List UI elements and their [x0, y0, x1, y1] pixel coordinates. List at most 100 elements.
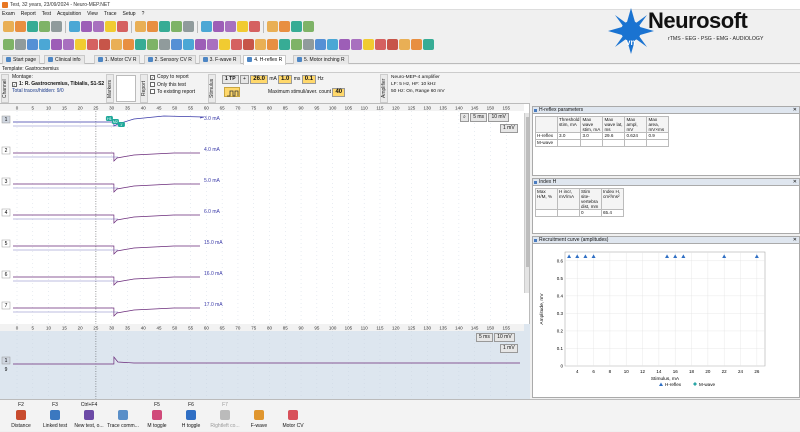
- channel-side-label[interactable]: Channel: [1, 74, 9, 103]
- zoom-icon[interactable]: ⌕: [460, 113, 469, 122]
- tab-0[interactable]: Start page: [2, 55, 41, 64]
- toolbar-tool-icon[interactable]: [183, 21, 194, 32]
- sweep2-gain-select[interactable]: 10 mV: [494, 333, 515, 342]
- toolbar-tool-icon[interactable]: [249, 21, 260, 32]
- toolbar-tool-icon[interactable]: [51, 39, 62, 50]
- toolbar-tool-icon[interactable]: [111, 39, 122, 50]
- fkey-m-toggle[interactable]: F5 M toggle: [140, 400, 174, 432]
- sweep-time-select[interactable]: 5 ms: [470, 113, 488, 122]
- toolbar-tool-icon[interactable]: [237, 21, 248, 32]
- toolbar-tool-icon[interactable]: [243, 39, 254, 50]
- toolbar-tool-icon[interactable]: [147, 39, 158, 50]
- toolbar-tool-icon[interactable]: [423, 39, 434, 50]
- toolbar-tool-icon[interactable]: [339, 39, 350, 50]
- toolbar-tool-icon[interactable]: [183, 39, 194, 50]
- toolbar-tool-icon[interactable]: [327, 39, 338, 50]
- toolbar-tool-icon[interactable]: [93, 21, 104, 32]
- fkey-linked-test[interactable]: F3 Linked test: [38, 400, 72, 432]
- toolbar-tool-icon[interactable]: [69, 21, 80, 32]
- toolbar-tool-icon[interactable]: [63, 39, 74, 50]
- toolbar-tool-icon[interactable]: [15, 21, 26, 32]
- sweep-gain2-select[interactable]: 1 mV: [500, 124, 518, 133]
- tab-4[interactable]: 3. F-wave R: [198, 55, 241, 64]
- toolbar-tool-icon[interactable]: [117, 21, 128, 32]
- toolbar-tool-icon[interactable]: [159, 39, 170, 50]
- tab-6[interactable]: 5. Motor inching R: [293, 55, 349, 64]
- toolbar-tool-icon[interactable]: [195, 39, 206, 50]
- fkey-motor-cv[interactable]: Motor CV: [276, 400, 310, 432]
- toolbar-tool-icon[interactable]: [303, 21, 314, 32]
- toolbar-tool-icon[interactable]: [279, 21, 290, 32]
- fkey-new-test-o[interactable]: Ctrl+F4 New test, o...: [72, 400, 106, 432]
- toolbar-tool-icon[interactable]: [231, 39, 242, 50]
- toolbar-tool-icon[interactable]: [201, 21, 212, 32]
- toolbar-tool-icon[interactable]: [411, 39, 422, 50]
- to-existing-report-checkbox[interactable]: [150, 89, 155, 94]
- toolbar-tool-icon[interactable]: [363, 39, 374, 50]
- toolbar-tool-icon[interactable]: [51, 21, 62, 32]
- averaged-trace-view[interactable]: 0 5 10 15 20 25 30 35 40 45 50 55 60 65 70 75 80 85 90 95 10…: [0, 324, 530, 399]
- table-row[interactable]: 0 65.4: [535, 209, 624, 217]
- tab-5[interactable]: 4. H-reflex R: [243, 55, 287, 65]
- toolbar-tool-icon[interactable]: [15, 39, 26, 50]
- toolbar-tool-icon[interactable]: [81, 21, 92, 32]
- only-this-test-option[interactable]: Only this test: [150, 81, 195, 90]
- montage-item[interactable]: ✓ 1: R. Gastrocnemius, Tibialis, S1-S2: [12, 81, 104, 88]
- fkey-trace-comm[interactable]: Trace comm...: [106, 400, 140, 432]
- menu-item-[interactable]: ?: [142, 10, 145, 18]
- toolbar-tool-icon[interactable]: [291, 21, 302, 32]
- toolbar-tool-icon[interactable]: [267, 21, 278, 32]
- sweep-gain-select[interactable]: 10 mV: [488, 113, 509, 122]
- fkey-f-wave[interactable]: F-wave: [242, 400, 276, 432]
- menu-item-acquisition[interactable]: Acquisition: [57, 10, 81, 18]
- tab-3[interactable]: 2. Sensory CV R: [143, 55, 196, 64]
- stim-mode-button[interactable]: 1 TP: [222, 75, 239, 84]
- toolbar-tool-icon[interactable]: [27, 39, 38, 50]
- close-icon[interactable]: ✕: [793, 107, 797, 114]
- toolbar-tool-icon[interactable]: [351, 39, 362, 50]
- toolbar-tool-icon[interactable]: [147, 21, 158, 32]
- toolbar-tool-icon[interactable]: [3, 39, 14, 50]
- stimulus-side-label[interactable]: Stimulus: [208, 74, 216, 103]
- sweep2-gain2-select[interactable]: 1 mV: [500, 344, 518, 353]
- stim-intensity-field[interactable]: 26.0: [250, 75, 268, 84]
- menu-item-setup[interactable]: Setup: [123, 10, 136, 18]
- close-icon[interactable]: ✕: [793, 179, 797, 186]
- stim-freq-field[interactable]: 0.1: [301, 75, 317, 84]
- toolbar-tool-icon[interactable]: [3, 21, 14, 32]
- only-this-test-checkbox[interactable]: [150, 81, 155, 87]
- stim-increase-button[interactable]: +: [239, 75, 249, 84]
- toolbar-tool-icon[interactable]: [99, 39, 110, 50]
- menu-item-exam[interactable]: Exam: [2, 10, 15, 18]
- toolbar-tool-icon[interactable]: [291, 39, 302, 50]
- toolbar-tool-icon[interactable]: [219, 39, 230, 50]
- amplifier-side-label[interactable]: Amplifier: [380, 74, 388, 103]
- toolbar-tool-icon[interactable]: [225, 21, 236, 32]
- toolbar-tool-icon[interactable]: [267, 39, 278, 50]
- toolbar-tool-icon[interactable]: [39, 21, 50, 32]
- max-stimuli-field[interactable]: 40: [332, 88, 346, 97]
- toolbar-tool-icon[interactable]: [87, 39, 98, 50]
- toolbar-tool-icon[interactable]: [171, 21, 182, 32]
- toolbar-tool-icon[interactable]: [135, 39, 146, 50]
- copy-to-report-checkbox[interactable]: ✓: [150, 75, 155, 80]
- toolbar-tool-icon[interactable]: [279, 39, 290, 50]
- report-side-label[interactable]: Report: [140, 74, 148, 103]
- toolbar-tool-icon[interactable]: [213, 21, 224, 32]
- tab-1[interactable]: Clinical info: [44, 55, 85, 64]
- toolbar-tool-icon[interactable]: [123, 39, 134, 50]
- toolbar-tool-icon[interactable]: [105, 21, 116, 32]
- trace-view[interactable]: 0 5 10 15 20 25 30 35 40 45 50 55 60 65 70 75 80 85 90 95 10…: [0, 104, 530, 324]
- table-row[interactable]: M-wave: [535, 139, 670, 147]
- copy-to-report-option[interactable]: ✓ Copy to report: [150, 74, 195, 82]
- menu-item-view[interactable]: View: [87, 10, 98, 18]
- to-existing-report-option[interactable]: To existing report: [150, 89, 195, 97]
- toolbar-tool-icon[interactable]: [27, 21, 38, 32]
- toolbar-tool-icon[interactable]: [315, 39, 326, 50]
- toolbar-tool-icon[interactable]: [135, 21, 146, 32]
- markers-side-label[interactable]: Markers: [106, 74, 114, 103]
- toolbar-tool-icon[interactable]: [39, 39, 50, 50]
- fkey-distance[interactable]: F2 Distance: [4, 400, 38, 432]
- toolbar-tool-icon[interactable]: [375, 39, 386, 50]
- table-row[interactable]: H-reflex 3.0 3.0 29.6 0.624 0.9: [535, 132, 670, 140]
